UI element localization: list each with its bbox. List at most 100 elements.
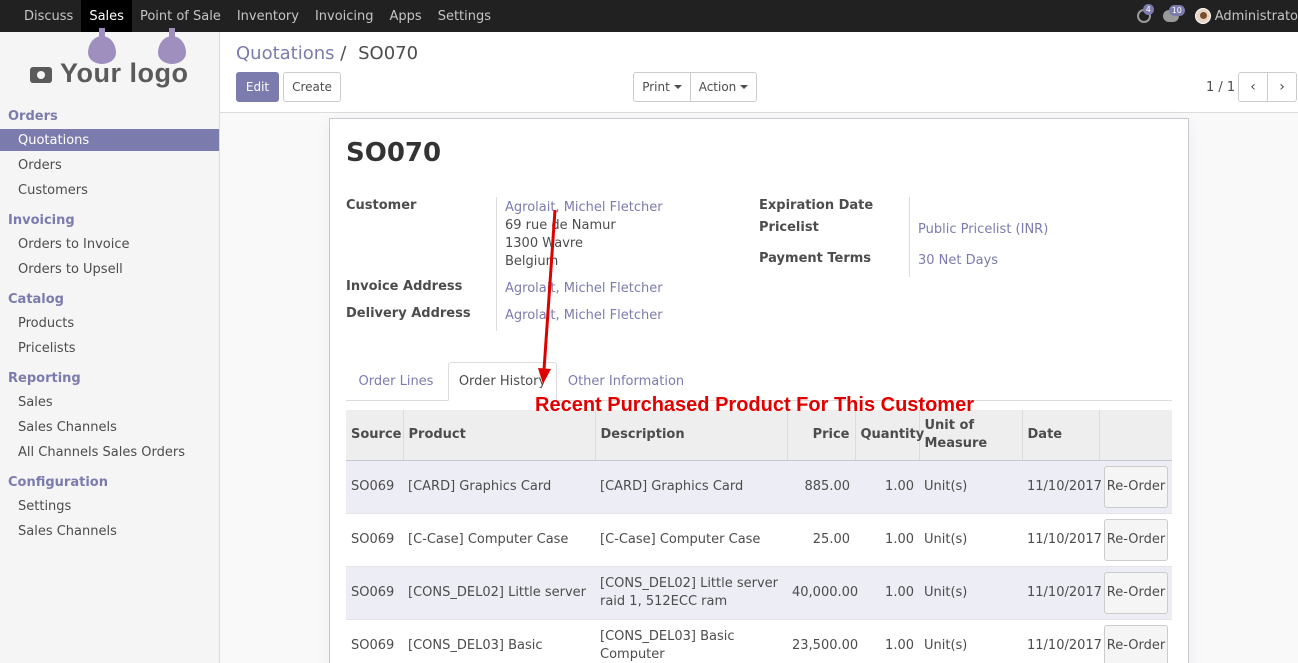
column-header-unit-of-measure[interactable]: Unit of Measure — [918, 410, 1022, 461]
column-header-source[interactable]: Source — [346, 410, 403, 461]
customer-address-city: 1300 Wavre — [505, 236, 583, 251]
table-row: SO069 [CONS_DEL03] Basic [CONS_DEL03] Ba… — [346, 618, 1172, 663]
payment-terms-field[interactable]: 30 Net Days — [918, 253, 998, 268]
sidebar-item-orders-to-invoice[interactable]: Orders to Invoice — [0, 233, 219, 255]
invoice-address-field[interactable]: Agrolait, Michel Fletcher — [505, 281, 663, 296]
menu-point-of-sale[interactable]: Point of Sale — [132, 0, 229, 32]
sidebar-item-orders-to-upsell[interactable]: Orders to Upsell — [0, 258, 219, 280]
avatar[interactable] — [1194, 8, 1211, 24]
column-header-product[interactable]: Product — [402, 410, 595, 461]
customer-address-country: Belgium — [505, 254, 559, 269]
camera-icon — [30, 67, 52, 83]
cell-actions: Re-Order — [1099, 565, 1172, 619]
print-dropdown[interactable]: Print — [633, 72, 691, 102]
sidebar-item-pricelists[interactable]: Pricelists — [0, 337, 219, 359]
sidebar-item-settings[interactable]: Settings — [0, 495, 219, 517]
order-history-table: Source Product Description Price Quantit… — [346, 410, 1172, 663]
sidebar-item-customers[interactable]: Customers — [0, 179, 219, 201]
pricelist-field[interactable]: Public Pricelist (INR) — [918, 222, 1048, 237]
cell-price: 885.00 — [787, 459, 855, 513]
reorder-button[interactable]: Re-Order — [1104, 518, 1168, 561]
chevron-right-icon: › — [1279, 79, 1285, 95]
caret-down-icon — [673, 85, 682, 89]
cell-uom: Unit(s) — [919, 512, 1022, 566]
caret-down-icon — [740, 85, 749, 89]
customer-field[interactable]: Agrolait, Michel Fletcher — [505, 200, 663, 215]
user-menu[interactable]: Administrato — [1215, 9, 1298, 24]
annotation-callout: Recent Purchased Product For This Custom… — [535, 394, 974, 416]
breadcrumb: Quotations / SO070 — [236, 43, 418, 64]
cell-quantity: 1.00 — [855, 512, 919, 566]
edit-button[interactable]: Edit — [236, 72, 279, 102]
delivery-address-field[interactable]: Agrolait, Michel Fletcher — [505, 308, 663, 323]
sidebar-section-catalog: Catalog — [8, 292, 64, 307]
action-dropdown[interactable]: Action — [690, 72, 757, 102]
reorder-button[interactable]: Re-Order — [1104, 624, 1168, 663]
cell-quantity: 1.00 — [855, 459, 919, 513]
delivery-address-label: Delivery Address — [346, 306, 471, 321]
cell-date: 11/10/2017 — [1022, 618, 1102, 663]
table-header-row: Source Product Description Price Quantit… — [346, 410, 1172, 461]
cell-description: [C-Case] Computer Case — [595, 512, 787, 566]
sidebar-section-configuration: Configuration — [8, 475, 108, 490]
cell-actions: Re-Order — [1099, 459, 1172, 513]
messages-badge: 10 — [1168, 5, 1185, 16]
sidebar-item-orders[interactable]: Orders — [0, 154, 219, 176]
cell-date: 11/10/2017 — [1022, 512, 1102, 566]
cell-date: 11/10/2017 — [1022, 565, 1102, 619]
breadcrumb-quotations[interactable]: Quotations — [236, 43, 335, 64]
menu-discuss[interactable]: Discuss — [16, 0, 81, 32]
menu-inventory[interactable]: Inventory — [229, 0, 307, 32]
messages-button[interactable]: 10 — [1162, 5, 1185, 22]
sidebar-item-all-channels-sales-orders[interactable]: All Channels Sales Orders — [0, 441, 219, 463]
cell-source: SO069 — [346, 618, 403, 663]
sidebar-section-orders: Orders — [8, 109, 58, 124]
customer-label: Customer — [346, 198, 417, 213]
sidebar-section-reporting: Reporting — [8, 371, 81, 386]
cell-product: [CARD] Graphics Card — [403, 459, 595, 513]
table-row: SO069 [CONS_DEL02] Little server [CONS_D… — [346, 565, 1172, 619]
column-header-date[interactable]: Date — [1021, 410, 1099, 461]
reorder-button[interactable]: Re-Order — [1104, 465, 1168, 508]
column-header-description[interactable]: Description — [594, 410, 787, 461]
cell-price: 23,500.00 — [787, 618, 858, 663]
pager-previous-button[interactable]: ‹ — [1238, 72, 1268, 102]
pricelist-label: Pricelist — [759, 220, 819, 235]
cell-description: [CONS_DEL03] Basic Computer — [595, 618, 787, 663]
sidebar-item-config-sales-channels[interactable]: Sales Channels — [0, 520, 219, 542]
column-header-actions — [1098, 410, 1172, 461]
sidebar-item-quotations[interactable]: Quotations — [0, 129, 219, 151]
cell-source: SO069 — [346, 512, 403, 566]
sidebar: Your logo Orders Quotations Orders Custo… — [0, 28, 220, 663]
field-divider — [496, 197, 497, 331]
cell-product: [C-Case] Computer Case — [403, 512, 595, 566]
create-button[interactable]: Create — [283, 72, 341, 102]
cell-uom: Unit(s) — [919, 459, 1022, 513]
menu-sales[interactable]: Sales — [81, 0, 132, 32]
tab-order-lines[interactable]: Order Lines — [346, 362, 446, 401]
expiration-date-label: Expiration Date — [759, 198, 874, 213]
breadcrumb-current: SO070 — [358, 43, 419, 64]
menu-settings[interactable]: Settings — [430, 0, 499, 32]
reorder-button[interactable]: Re-Order — [1104, 571, 1168, 614]
cell-price: 40,000.00 — [787, 565, 858, 619]
field-divider — [909, 197, 910, 277]
sidebar-item-products[interactable]: Products — [0, 312, 219, 334]
sidebar-item-sales[interactable]: Sales — [0, 391, 219, 413]
pager-next-button[interactable]: › — [1267, 72, 1297, 102]
pager-value[interactable]: 1 / 1 — [1206, 80, 1235, 95]
cell-actions: Re-Order — [1099, 512, 1172, 566]
menu-apps[interactable]: Apps — [382, 0, 430, 32]
cell-source: SO069 — [346, 565, 403, 619]
cell-actions: Re-Order — [1099, 618, 1172, 663]
cell-date: 11/10/2017 — [1022, 459, 1102, 513]
cell-description: [CARD] Graphics Card — [595, 459, 787, 513]
column-header-quantity[interactable]: Quantity — [854, 410, 924, 461]
cell-uom: Unit(s) — [919, 565, 1022, 619]
activity-button[interactable]: 4 — [1136, 4, 1154, 23]
activity-badge: 4 — [1142, 4, 1154, 15]
column-header-price[interactable]: Price — [786, 410, 855, 461]
menu-invoicing[interactable]: Invoicing — [307, 0, 382, 32]
logo-text: Your logo — [30, 58, 188, 89]
sidebar-item-sales-channels[interactable]: Sales Channels — [0, 416, 219, 438]
